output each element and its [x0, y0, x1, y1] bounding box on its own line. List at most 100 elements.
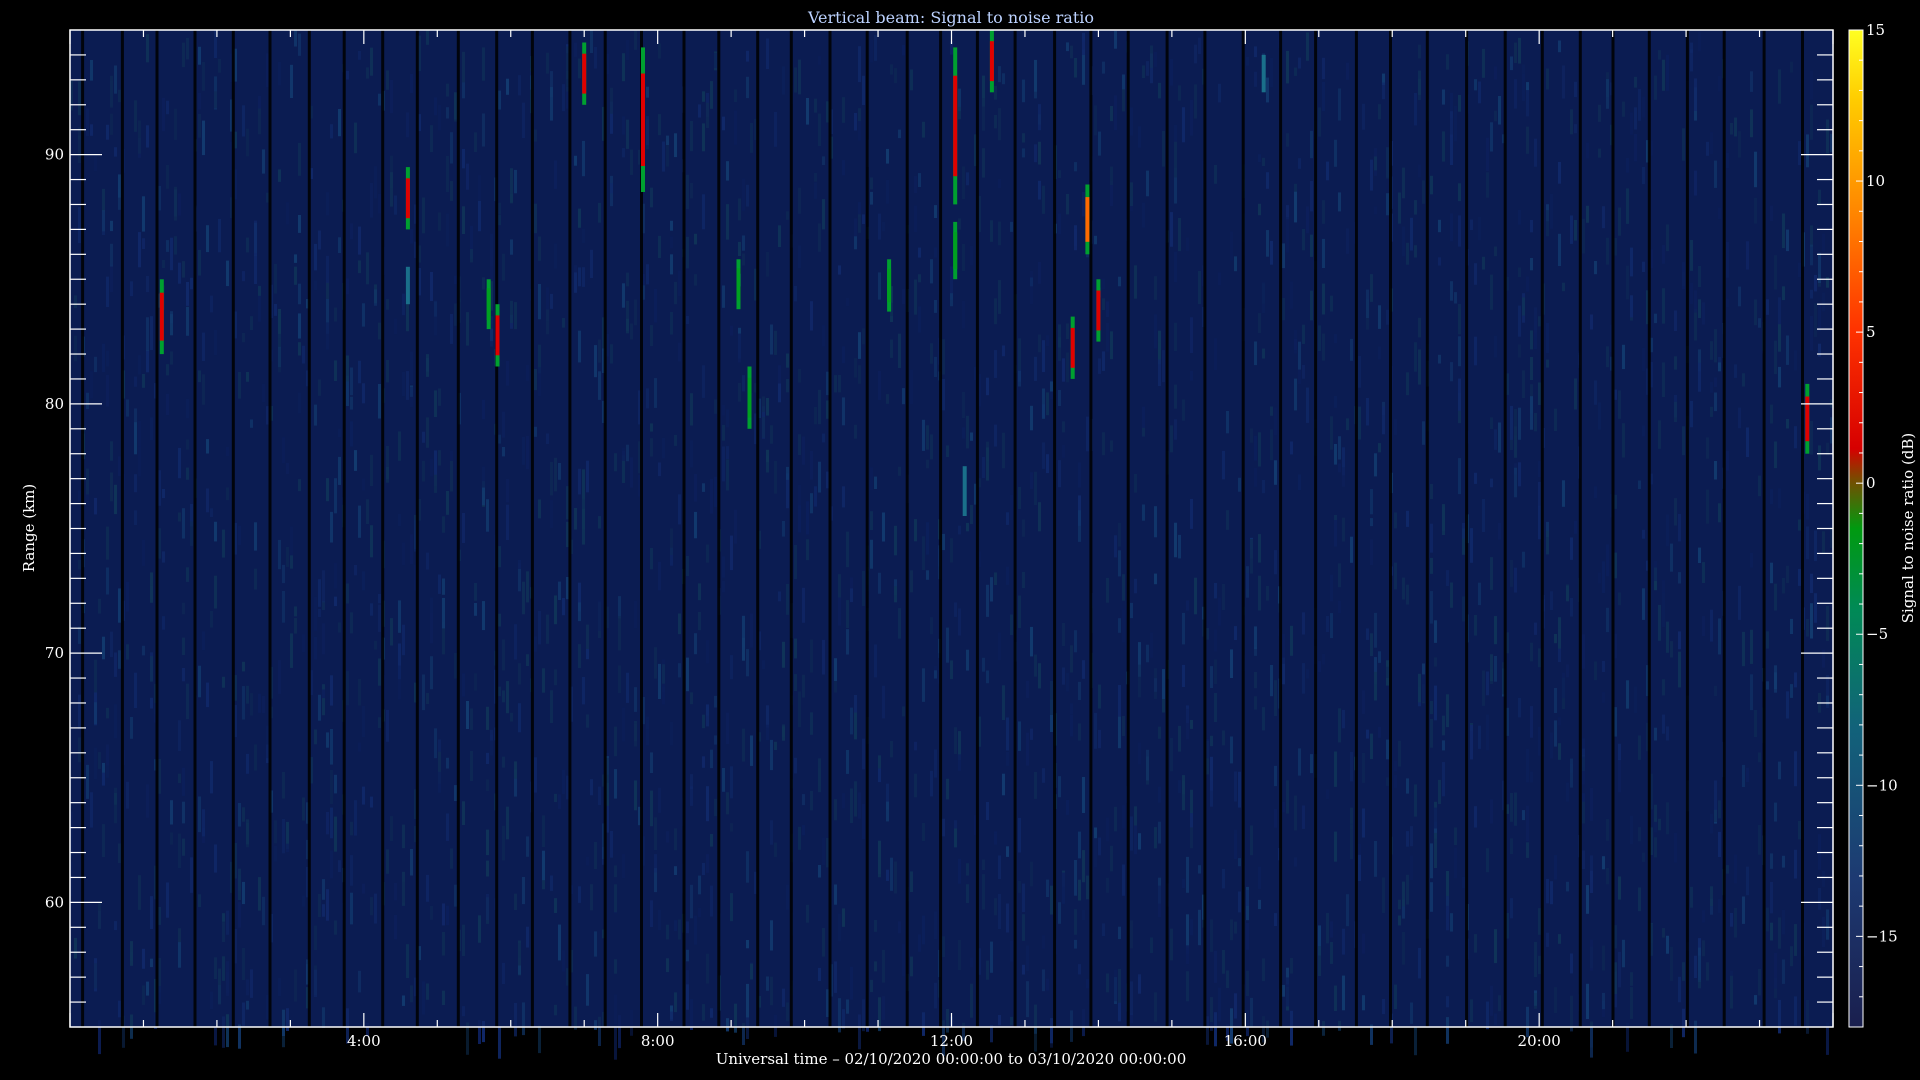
noise-cell — [1486, 714, 1489, 751]
noise-cell — [922, 536, 925, 570]
noise-cell — [1698, 31, 1701, 52]
noise-cell — [1814, 530, 1817, 562]
noise-cell — [1666, 726, 1669, 741]
noise-cell — [462, 924, 465, 956]
noise-cell — [1134, 825, 1137, 855]
noise-cell — [878, 755, 881, 770]
noise-cell — [514, 761, 517, 779]
noise-cell — [1358, 854, 1361, 881]
noise-cell — [286, 843, 289, 852]
noise-cell — [322, 623, 325, 655]
noise-cell — [702, 194, 705, 230]
noise-cell — [1750, 109, 1753, 138]
noise-cell — [1018, 880, 1021, 893]
noise-cell — [874, 919, 877, 932]
noise-cell — [1214, 950, 1217, 983]
noise-cell — [534, 129, 537, 142]
noise-cell — [1510, 898, 1513, 919]
noise-cell — [1154, 992, 1157, 1022]
echo-core — [1805, 396, 1810, 442]
echo-core — [1085, 197, 1090, 242]
noise-cell — [1198, 37, 1201, 55]
noise-cell — [1606, 544, 1609, 577]
noise-cell — [1554, 855, 1557, 880]
noise-cell — [1038, 663, 1041, 689]
noise-cell — [1266, 230, 1269, 257]
noise-cell — [1530, 396, 1533, 430]
noise-cell — [742, 253, 745, 266]
noise-cell — [1734, 907, 1737, 938]
noise-cell — [994, 833, 997, 844]
noise-cell — [1462, 596, 1465, 622]
noise-cell — [1582, 756, 1585, 785]
noise-cell — [1098, 837, 1101, 856]
noise-cell — [146, 276, 149, 293]
noise-cell — [1070, 1010, 1073, 1042]
noise-cell — [598, 202, 601, 223]
echo-core — [747, 377, 752, 418]
noise-cell — [1562, 65, 1565, 99]
noise-cell — [1122, 89, 1125, 112]
noise-cell — [450, 450, 453, 461]
noise-cell — [1342, 975, 1345, 1011]
noise-cell — [1190, 720, 1193, 729]
noise-cell — [622, 707, 625, 742]
noise-cell — [1538, 481, 1541, 507]
data-gap-column — [1611, 30, 1615, 1027]
noise-cell — [1258, 534, 1261, 563]
noise-cell — [142, 374, 145, 388]
noise-cell — [954, 602, 957, 617]
noise-cell — [722, 405, 725, 416]
noise-cell — [214, 91, 217, 108]
noise-cell — [1214, 165, 1217, 184]
noise-cell — [1026, 732, 1029, 766]
noise-cell — [1582, 218, 1585, 254]
noise-cell — [714, 53, 717, 68]
noise-cell — [1302, 364, 1305, 379]
noise-cell — [1142, 65, 1145, 79]
data-gap-column — [1578, 30, 1582, 1027]
noise-cell — [738, 241, 741, 256]
noise-cell — [302, 634, 305, 653]
noise-cell — [1450, 111, 1453, 137]
noise-cell — [1770, 853, 1773, 869]
noise-cell — [1774, 583, 1777, 611]
noise-cell — [994, 115, 997, 129]
noise-cell — [1250, 539, 1253, 574]
noise-cell — [1606, 607, 1609, 633]
noise-cell — [1634, 686, 1637, 713]
noise-cell — [1330, 416, 1333, 450]
noise-cell — [934, 247, 937, 258]
noise-cell — [1290, 625, 1293, 656]
noise-cell — [854, 113, 857, 131]
noise-cell — [1594, 380, 1597, 405]
x-tick-label: 20:00 — [1518, 1032, 1561, 1050]
noise-cell — [366, 67, 369, 79]
noise-cell — [1794, 426, 1797, 449]
noise-cell — [842, 160, 845, 176]
noise-cell — [1534, 321, 1537, 338]
noise-cell — [1218, 597, 1221, 626]
noise-cell — [1258, 899, 1261, 910]
noise-cell — [174, 186, 177, 221]
noise-cell — [1374, 671, 1377, 701]
noise-cell — [470, 249, 473, 263]
noise-cell — [214, 521, 217, 542]
noise-cell — [1234, 993, 1237, 1019]
noise-cell — [90, 792, 93, 828]
noise-cell — [934, 911, 937, 940]
noise-cell — [150, 316, 153, 350]
noise-cell — [378, 658, 381, 686]
noise-cell — [694, 233, 697, 245]
noise-cell — [438, 450, 441, 466]
noise-cell — [334, 563, 337, 589]
noise-cell — [730, 823, 733, 832]
noise-cell — [1338, 463, 1341, 473]
noise-cell — [362, 383, 365, 404]
noise-cell — [1658, 420, 1661, 449]
noise-cell — [1510, 56, 1513, 71]
noise-cell — [1102, 923, 1105, 937]
noise-cell — [766, 251, 769, 277]
noise-cell — [626, 672, 629, 703]
noise-cell — [514, 624, 517, 660]
